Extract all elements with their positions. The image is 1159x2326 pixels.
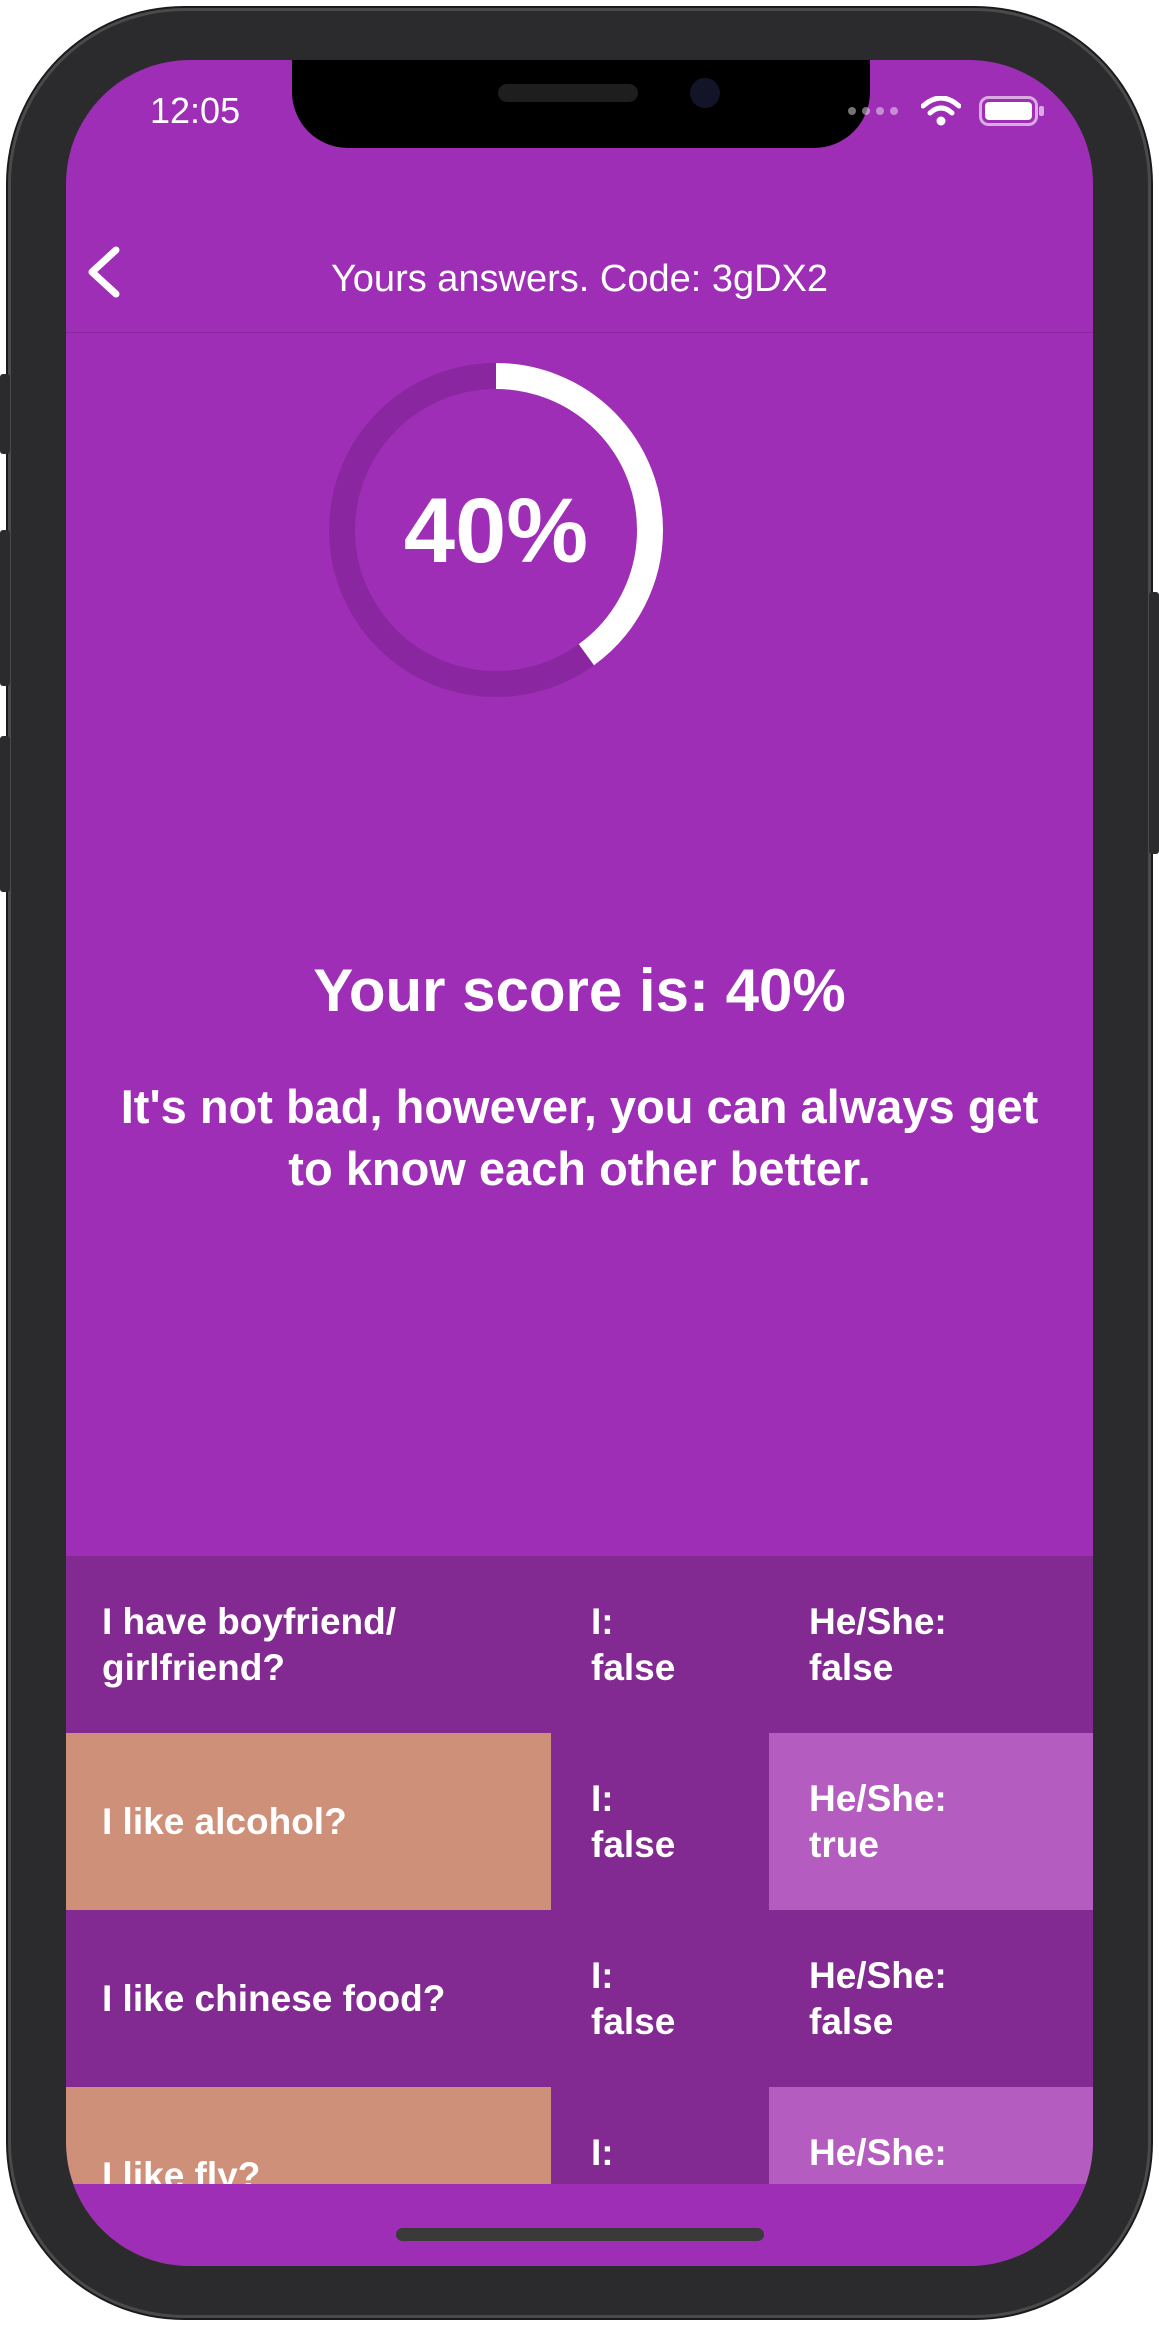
- table-row: I like alcohol? I: false He/She: true: [66, 1733, 1093, 1910]
- page-title: Yours answers. Code: 3gDX2: [330, 258, 829, 300]
- mine-label: I:: [591, 2131, 614, 2173]
- speaker-grille: [498, 84, 638, 102]
- volume-up-button: [0, 530, 10, 686]
- navigation-bar: Yours answers. Code: 3gDX2: [66, 212, 1093, 333]
- ring-percent-label: 40%: [404, 480, 588, 582]
- score-message: It's not bad, however, you can always ge…: [120, 1080, 1039, 1195]
- status-time: 12:05: [150, 90, 241, 131]
- theirs-value: true: [809, 1823, 879, 1865]
- mine-label: I:: [591, 1954, 614, 1996]
- theirs-label: He/She:: [809, 2131, 947, 2173]
- theirs-label: He/She:: [809, 1954, 947, 1996]
- answer-theirs: He/She: false: [769, 1910, 1093, 2087]
- table-row: I have boyfriend/ girlfriend? I: false He/S…: [66, 1556, 1093, 1733]
- theirs-label: He/She:: [809, 1777, 947, 1819]
- score-headline: Your score is: 40%: [313, 957, 846, 1024]
- answer-mine: I:false: [551, 1733, 769, 1910]
- answers-table: I have boyfriend/ girlfriend? I: false He/S…: [66, 1556, 1093, 2264]
- mine-value: false: [591, 2000, 676, 2042]
- answer-question: I like alcohol?: [66, 1733, 551, 1910]
- wifi-icon: [921, 96, 961, 126]
- theirs-value: false: [809, 2000, 894, 2042]
- bottom-bar: [66, 2184, 1093, 2266]
- answer-mine: I:false: [551, 1556, 769, 1733]
- answer-question: I like chinese food?: [66, 1910, 551, 2087]
- status-icons: [847, 96, 1045, 126]
- theirs-label: He/She:: [809, 1600, 947, 1642]
- mine-label: I:: [591, 1600, 614, 1642]
- answer-mine: I:false: [551, 1910, 769, 2087]
- volume-down-button: [0, 736, 10, 892]
- answer-theirs: He/She: false: [769, 1556, 1093, 1733]
- theirs-value: false: [809, 1646, 894, 1688]
- answer-question: I have boyfriend/ girlfriend?: [66, 1556, 551, 1733]
- mine-value: false: [591, 1823, 676, 1865]
- signal-dots-icon: [848, 107, 898, 115]
- app-screen: 12:05 Yours answers. Code: 3gDX2 40% You…: [66, 60, 1093, 2266]
- home-indicator[interactable]: [396, 2228, 764, 2241]
- front-camera: [690, 78, 720, 108]
- score-progress-ring: 40%: [329, 363, 663, 697]
- table-row: I like chinese food? I: false He/She: false: [66, 1910, 1093, 2087]
- mine-value: false: [591, 1646, 676, 1688]
- mine-label: I:: [591, 1777, 614, 1819]
- power-button: [1149, 592, 1159, 854]
- answer-theirs: He/She:true: [769, 1733, 1093, 1910]
- battery-icon: [979, 96, 1044, 126]
- notch: [292, 60, 870, 148]
- silent-switch: [0, 374, 10, 454]
